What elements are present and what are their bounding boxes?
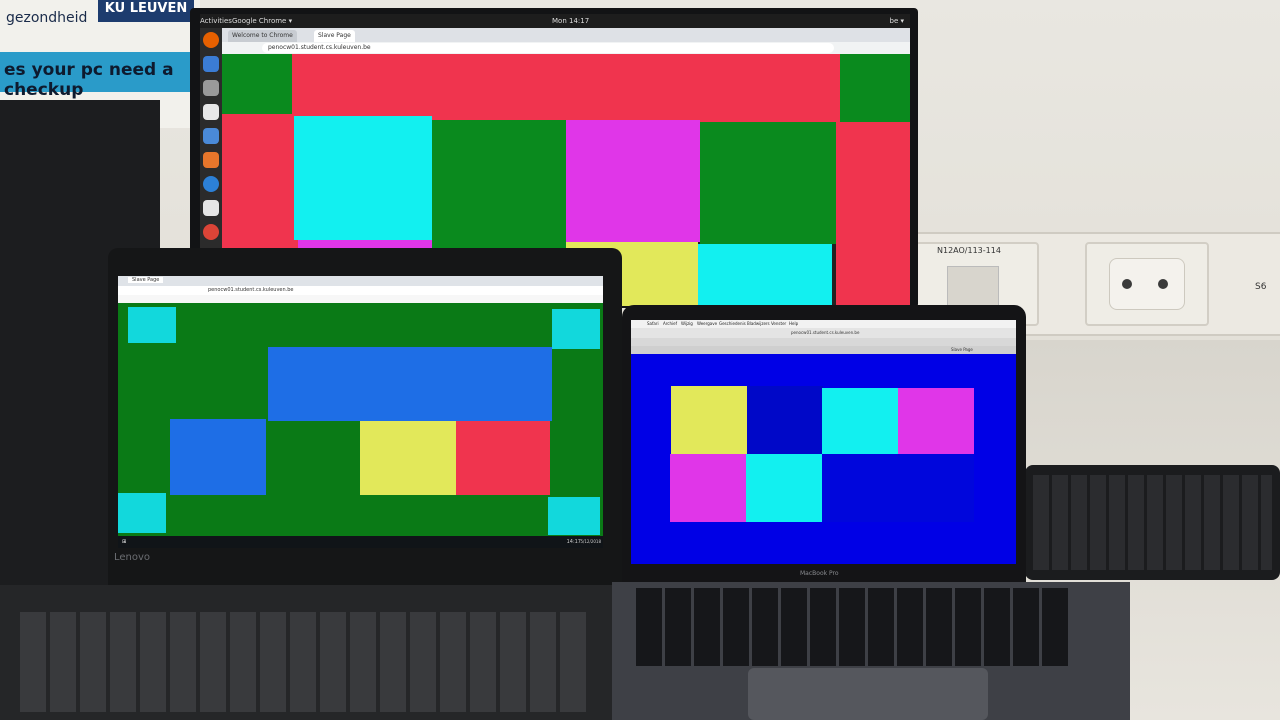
safari-tab[interactable]: Slave Page xyxy=(951,347,973,352)
menu-safari[interactable]: Safari xyxy=(647,320,659,328)
tile-cyan xyxy=(118,493,166,533)
tile-yellow xyxy=(671,386,747,454)
macbook-screen: Safari Archief Wijzig Weergave Geschiede… xyxy=(631,320,1016,564)
amazon-icon[interactable] xyxy=(203,200,219,216)
tab-slave-page[interactable]: Slave Page xyxy=(314,30,355,42)
tile-cyan xyxy=(822,388,898,456)
tile-green xyxy=(840,54,910,122)
topbar-clock[interactable]: Mon 14:17 xyxy=(552,14,589,28)
safari-tabstrip: Slave Page xyxy=(631,346,1016,354)
tile-magenta xyxy=(566,120,700,242)
tile-green xyxy=(700,122,836,244)
tile-red xyxy=(836,122,910,306)
menu-help[interactable]: Help xyxy=(789,320,798,328)
macbook-label: MacBook Pro xyxy=(800,570,839,577)
tile-magenta xyxy=(670,454,746,522)
safari-favorites xyxy=(631,338,1016,346)
menu-bladwijzers[interactable]: Bladwijzers xyxy=(747,320,770,328)
tile-yellow xyxy=(360,421,456,495)
tile-navy xyxy=(822,454,974,522)
ku-leuven-logo: KU LEUVEN xyxy=(98,0,194,22)
menu-archief[interactable]: Archief xyxy=(663,320,677,328)
files-icon[interactable] xyxy=(203,80,219,96)
topbar-tray[interactable]: be ▾ xyxy=(890,14,905,28)
lenovo-screen: Slave Page penocw01.student.cs.kuleuven.… xyxy=(118,276,603,548)
poster-band: es your pc need a checkup xyxy=(0,52,200,100)
firefox-icon[interactable] xyxy=(203,32,219,48)
taskbar-clock[interactable]: 14:17 xyxy=(567,536,581,548)
windows-taskbar: ⊞ 14:17 5/12/2018 xyxy=(118,536,603,548)
tile-blue xyxy=(268,347,552,421)
address-bar[interactable]: penocw01.student.cs.kuleuven.be xyxy=(262,43,834,53)
tile-cyan xyxy=(294,116,432,240)
external-keyboard xyxy=(1025,465,1280,580)
outlet-label-right: S6 xyxy=(1255,282,1267,292)
lenovo-tabstrip: Slave Page xyxy=(118,276,603,286)
menu-geschiedenis[interactable]: Geschiedenis xyxy=(719,320,746,328)
app-menu[interactable]: Google Chrome ▾ xyxy=(232,14,292,28)
tile-red xyxy=(292,54,840,122)
rhythmbox-icon[interactable] xyxy=(203,104,219,120)
keyboard-keys xyxy=(1033,475,1272,570)
menu-weergave[interactable]: Weergave xyxy=(697,320,717,328)
menu-venster[interactable]: Venster xyxy=(771,320,786,328)
safari-toolbar: penocw01.student.cs.kuleuven.be xyxy=(631,328,1016,338)
socket-face xyxy=(1109,258,1185,310)
outlet-label: N12AO/113-114 xyxy=(937,246,1001,255)
ethernet-ports xyxy=(947,266,999,308)
tile-magenta xyxy=(898,388,974,456)
taskbar-date[interactable]: 5/12/2018 xyxy=(580,536,601,548)
macbook-keyboard xyxy=(636,588,1068,666)
socket-hole xyxy=(1122,279,1132,289)
macbook-page xyxy=(631,354,1016,564)
tile-blue xyxy=(170,419,266,495)
lenovo-tab[interactable]: Slave Page xyxy=(128,277,164,283)
tile-green xyxy=(222,54,292,114)
tile-cyan xyxy=(552,309,600,349)
tile-cyan xyxy=(128,307,176,343)
tab-welcome[interactable]: Welcome to Chrome xyxy=(228,30,297,42)
lenovo-logo: Lenovo xyxy=(114,552,151,563)
mac-menubar: Safari Archief Wijzig Weergave Geschiede… xyxy=(631,320,1016,328)
activities-button[interactable]: Activities xyxy=(200,14,232,28)
socket-hole xyxy=(1158,279,1168,289)
writer-icon[interactable] xyxy=(203,128,219,144)
lenovo-address-bar[interactable]: penocw01.student.cs.kuleuven.be xyxy=(208,287,294,294)
menu-wijzig[interactable]: Wijzig xyxy=(681,320,693,328)
tile-cyan xyxy=(746,454,822,522)
tile-red xyxy=(456,421,550,495)
power-socket xyxy=(1085,242,1209,326)
tile-cyan xyxy=(548,497,600,535)
poster-headline: es your pc need a checkup xyxy=(4,60,174,100)
safari-address-bar[interactable]: penocw01.student.cs.kuleuven.be xyxy=(791,330,859,335)
windows-start-icon[interactable]: ⊞ xyxy=(122,536,130,548)
tile-navy xyxy=(747,386,823,454)
tile-cyan xyxy=(698,244,832,306)
macbook-trackpad xyxy=(748,668,988,720)
chrome-icon[interactable] xyxy=(203,224,219,240)
lenovo-page xyxy=(118,303,603,536)
chrome-tabstrip: Welcome to Chrome Slave Page xyxy=(222,28,910,42)
lenovo-bookmarks xyxy=(118,295,603,303)
software-center-icon[interactable] xyxy=(203,152,219,168)
help-icon[interactable] xyxy=(203,176,219,192)
lenovo-keyboard xyxy=(20,612,590,712)
thunderbird-icon[interactable] xyxy=(203,56,219,72)
poster-text: gezondheid xyxy=(6,10,88,26)
ubuntu-topbar: Activities Google Chrome ▾ Mon 14:17 be … xyxy=(200,14,910,28)
